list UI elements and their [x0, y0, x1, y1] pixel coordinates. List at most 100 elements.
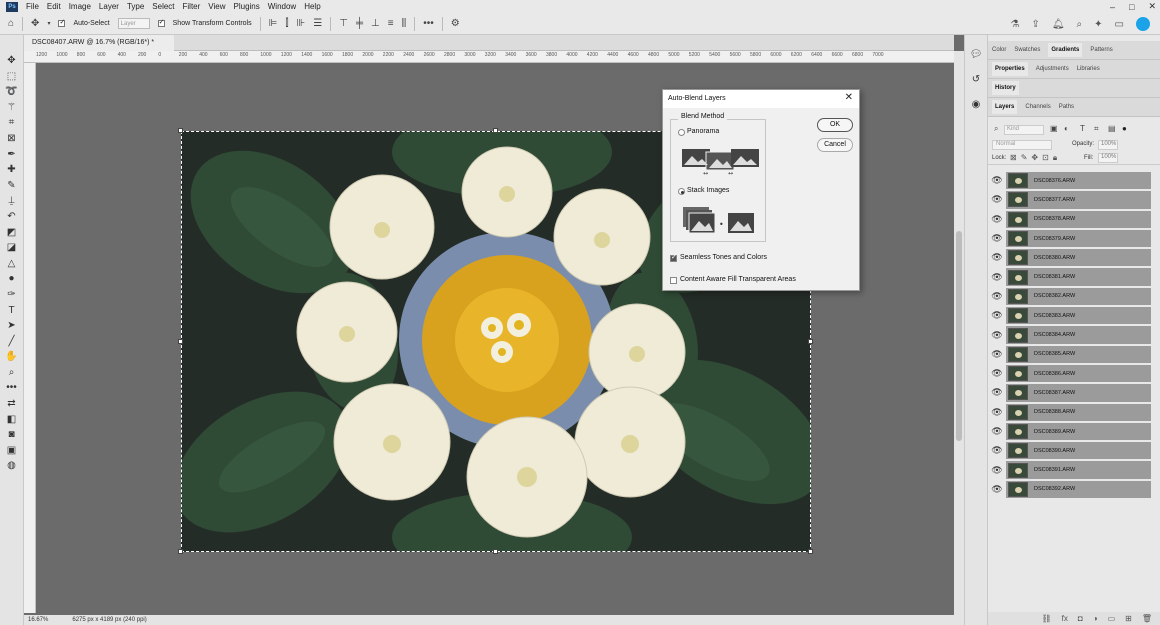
- filter-adjustment-icon[interactable]: ◐: [1064, 124, 1069, 133]
- transform-handle-middle-right[interactable]: [808, 339, 813, 344]
- align-bottom-icon[interactable]: ⊥: [371, 18, 380, 29]
- layer-item[interactable]: DSC08381.ARW: [1006, 268, 1151, 286]
- transform-handle-bottom-left[interactable]: [178, 549, 183, 554]
- path-selection-tool-icon[interactable]: ➤: [7, 318, 15, 334]
- menu-edit[interactable]: Edit: [47, 2, 61, 11]
- layer-row[interactable]: 👁︎ DSC08392.ARW: [988, 480, 1160, 499]
- layer-row[interactable]: 👁︎ DSC08380.ARW: [988, 248, 1160, 267]
- tab-layers[interactable]: Layers: [992, 100, 1018, 114]
- layer-row[interactable]: 👁︎ DSC08384.ARW: [988, 325, 1160, 344]
- layer-item[interactable]: DSC08389.ARW: [1006, 422, 1151, 441]
- tab-adjustments[interactable]: Adjustments: [1036, 66, 1069, 72]
- vertical-scrollbar[interactable]: [954, 51, 964, 615]
- transform-handle-bottom-right[interactable]: [808, 549, 813, 554]
- opacity-field[interactable]: 100%: [1098, 140, 1118, 150]
- menu-image[interactable]: Image: [69, 2, 91, 11]
- auto-select-checkbox[interactable]: [58, 18, 66, 27]
- menu-view[interactable]: View: [208, 2, 225, 11]
- minimize-button[interactable]: –: [1110, 2, 1115, 12]
- layer-item[interactable]: DSC08384.ARW: [1006, 326, 1151, 344]
- more-options-icon[interactable]: •••: [423, 18, 434, 29]
- layer-row[interactable]: 👁︎ DSC08382.ARW: [988, 287, 1160, 306]
- filter-shape-icon[interactable]: ⌗: [1094, 124, 1099, 134]
- layer-item[interactable]: DSC08392.ARW: [1006, 480, 1151, 499]
- healing-brush-tool-icon[interactable]: ✚: [7, 162, 15, 178]
- delete-layer-icon[interactable]: 🗑︎: [1142, 614, 1152, 623]
- menu-select[interactable]: Select: [152, 2, 174, 11]
- eye-visibility-icon[interactable]: 👁︎: [988, 310, 1006, 321]
- menu-file[interactable]: File: [26, 2, 39, 11]
- eye-visibility-icon[interactable]: 👁︎: [988, 407, 1006, 418]
- move-tool-icon[interactable]: ✥: [31, 18, 39, 29]
- adjustment-layer-icon[interactable]: ◑: [1093, 614, 1098, 623]
- layer-row[interactable]: 👁︎ DSC08389.ARW: [988, 422, 1160, 441]
- fill-field[interactable]: 100%: [1098, 153, 1118, 163]
- eye-visibility-icon[interactable]: 👁︎: [988, 387, 1006, 398]
- tab-color[interactable]: Color: [992, 47, 1006, 53]
- layer-style-icon[interactable]: fx: [1062, 614, 1068, 623]
- cloud-account-icon[interactable]: [1136, 17, 1150, 31]
- auto-select-target-dropdown[interactable]: Layer: [117, 18, 150, 29]
- filter-pixel-icon[interactable]: ▣: [1050, 124, 1058, 133]
- align-left-icon[interactable]: ⊫: [269, 18, 278, 29]
- align-middle-icon[interactable]: ╪: [356, 18, 363, 29]
- layer-row[interactable]: 👁︎ DSC08390.ARW: [988, 441, 1160, 460]
- filter-toggle-icon[interactable]: ●: [1122, 124, 1127, 133]
- layer-item[interactable]: DSC08388.ARW: [1006, 403, 1151, 421]
- paint-bucket-tool-icon[interactable]: ◪: [7, 240, 16, 256]
- stack-images-label[interactable]: Stack Images: [687, 187, 729, 194]
- layer-row[interactable]: 👁︎ DSC08383.ARW: [988, 306, 1160, 325]
- eraser-tool-icon[interactable]: ◩: [7, 225, 16, 241]
- layer-item[interactable]: DSC08377.ARW: [1006, 191, 1151, 209]
- swap-colors-icon[interactable]: ⇄: [7, 396, 15, 412]
- eye-visibility-icon[interactable]: 👁︎: [988, 233, 1006, 244]
- ok-button[interactable]: OK: [817, 118, 853, 132]
- layer-item[interactable]: DSC08385.ARW: [1006, 345, 1151, 363]
- eye-visibility-icon[interactable]: 👁︎: [988, 272, 1006, 283]
- blend-mode-dropdown[interactable]: Normal: [992, 140, 1052, 150]
- eye-visibility-icon[interactable]: 👁︎: [988, 175, 1006, 186]
- eye-visibility-icon[interactable]: 👁︎: [988, 252, 1006, 263]
- history-brush-tool-icon[interactable]: ↶: [7, 209, 15, 225]
- dodge-tool-icon[interactable]: ●: [8, 271, 14, 287]
- layer-row[interactable]: 👁︎ DSC08391.ARW: [988, 460, 1160, 479]
- layer-item[interactable]: DSC08390.ARW: [1006, 442, 1151, 460]
- distribute-vertical-icon[interactable]: ≡: [388, 18, 394, 29]
- eye-visibility-icon[interactable]: 👁︎: [988, 291, 1006, 302]
- history-icon[interactable]: ↺: [972, 74, 980, 85]
- more-tools-icon[interactable]: •••: [6, 380, 17, 396]
- eye-visibility-icon[interactable]: 👁︎: [988, 445, 1006, 456]
- pen-tool-icon[interactable]: ✑: [7, 287, 15, 303]
- transform-handle-top-left[interactable]: [178, 128, 183, 133]
- eye-visibility-icon[interactable]: 👁︎: [988, 194, 1006, 205]
- content-aware-fill-label[interactable]: Content Aware Fill Transparent Areas: [680, 276, 796, 283]
- eye-visibility-icon[interactable]: 👁︎: [988, 214, 1006, 225]
- distribute-horizontal-icon[interactable]: ⫼: [402, 18, 407, 29]
- new-layer-icon[interactable]: ⊞: [1125, 614, 1132, 623]
- layer-item[interactable]: DSC08379.ARW: [1006, 229, 1151, 248]
- chevron-down-icon[interactable]: ▾: [47, 20, 50, 27]
- layer-item[interactable]: DSC08391.ARW: [1006, 461, 1151, 479]
- link-layers-icon[interactable]: ⛓: [1042, 614, 1052, 623]
- layer-item[interactable]: DSC08387.ARW: [1006, 384, 1151, 402]
- filter-smart-object-icon[interactable]: ▤: [1108, 124, 1116, 133]
- layer-row[interactable]: 👁︎ DSC08376.ARW: [988, 171, 1160, 190]
- menu-layer[interactable]: Layer: [99, 2, 119, 11]
- layer-item[interactable]: DSC08380.ARW: [1006, 249, 1151, 267]
- menu-window[interactable]: Window: [268, 2, 296, 11]
- clone-stamp-tool-icon[interactable]: ⍊: [9, 193, 15, 209]
- seamless-tones-checkbox[interactable]: [670, 253, 677, 262]
- scrollbar-thumb[interactable]: [956, 231, 962, 441]
- frame-tool-icon[interactable]: ⊠: [7, 131, 15, 147]
- layer-row[interactable]: 👁︎ DSC08378.ARW: [988, 210, 1160, 229]
- layer-row[interactable]: 👁︎ DSC08377.ARW: [988, 190, 1160, 209]
- tab-patterns[interactable]: Patterns: [1090, 47, 1112, 53]
- transform-handle-bottom-center[interactable]: [493, 549, 498, 554]
- tab-gradients[interactable]: Gradients: [1048, 43, 1083, 57]
- magic-wand-tool-icon[interactable]: ⚚: [7, 100, 16, 116]
- panorama-radio[interactable]: [678, 129, 685, 136]
- blur-tool-icon[interactable]: △: [8, 256, 16, 272]
- line-tool-icon[interactable]: ╱: [8, 334, 14, 350]
- lasso-tool-icon[interactable]: ➰: [5, 84, 17, 100]
- layer-item[interactable]: DSC08378.ARW: [1006, 210, 1151, 228]
